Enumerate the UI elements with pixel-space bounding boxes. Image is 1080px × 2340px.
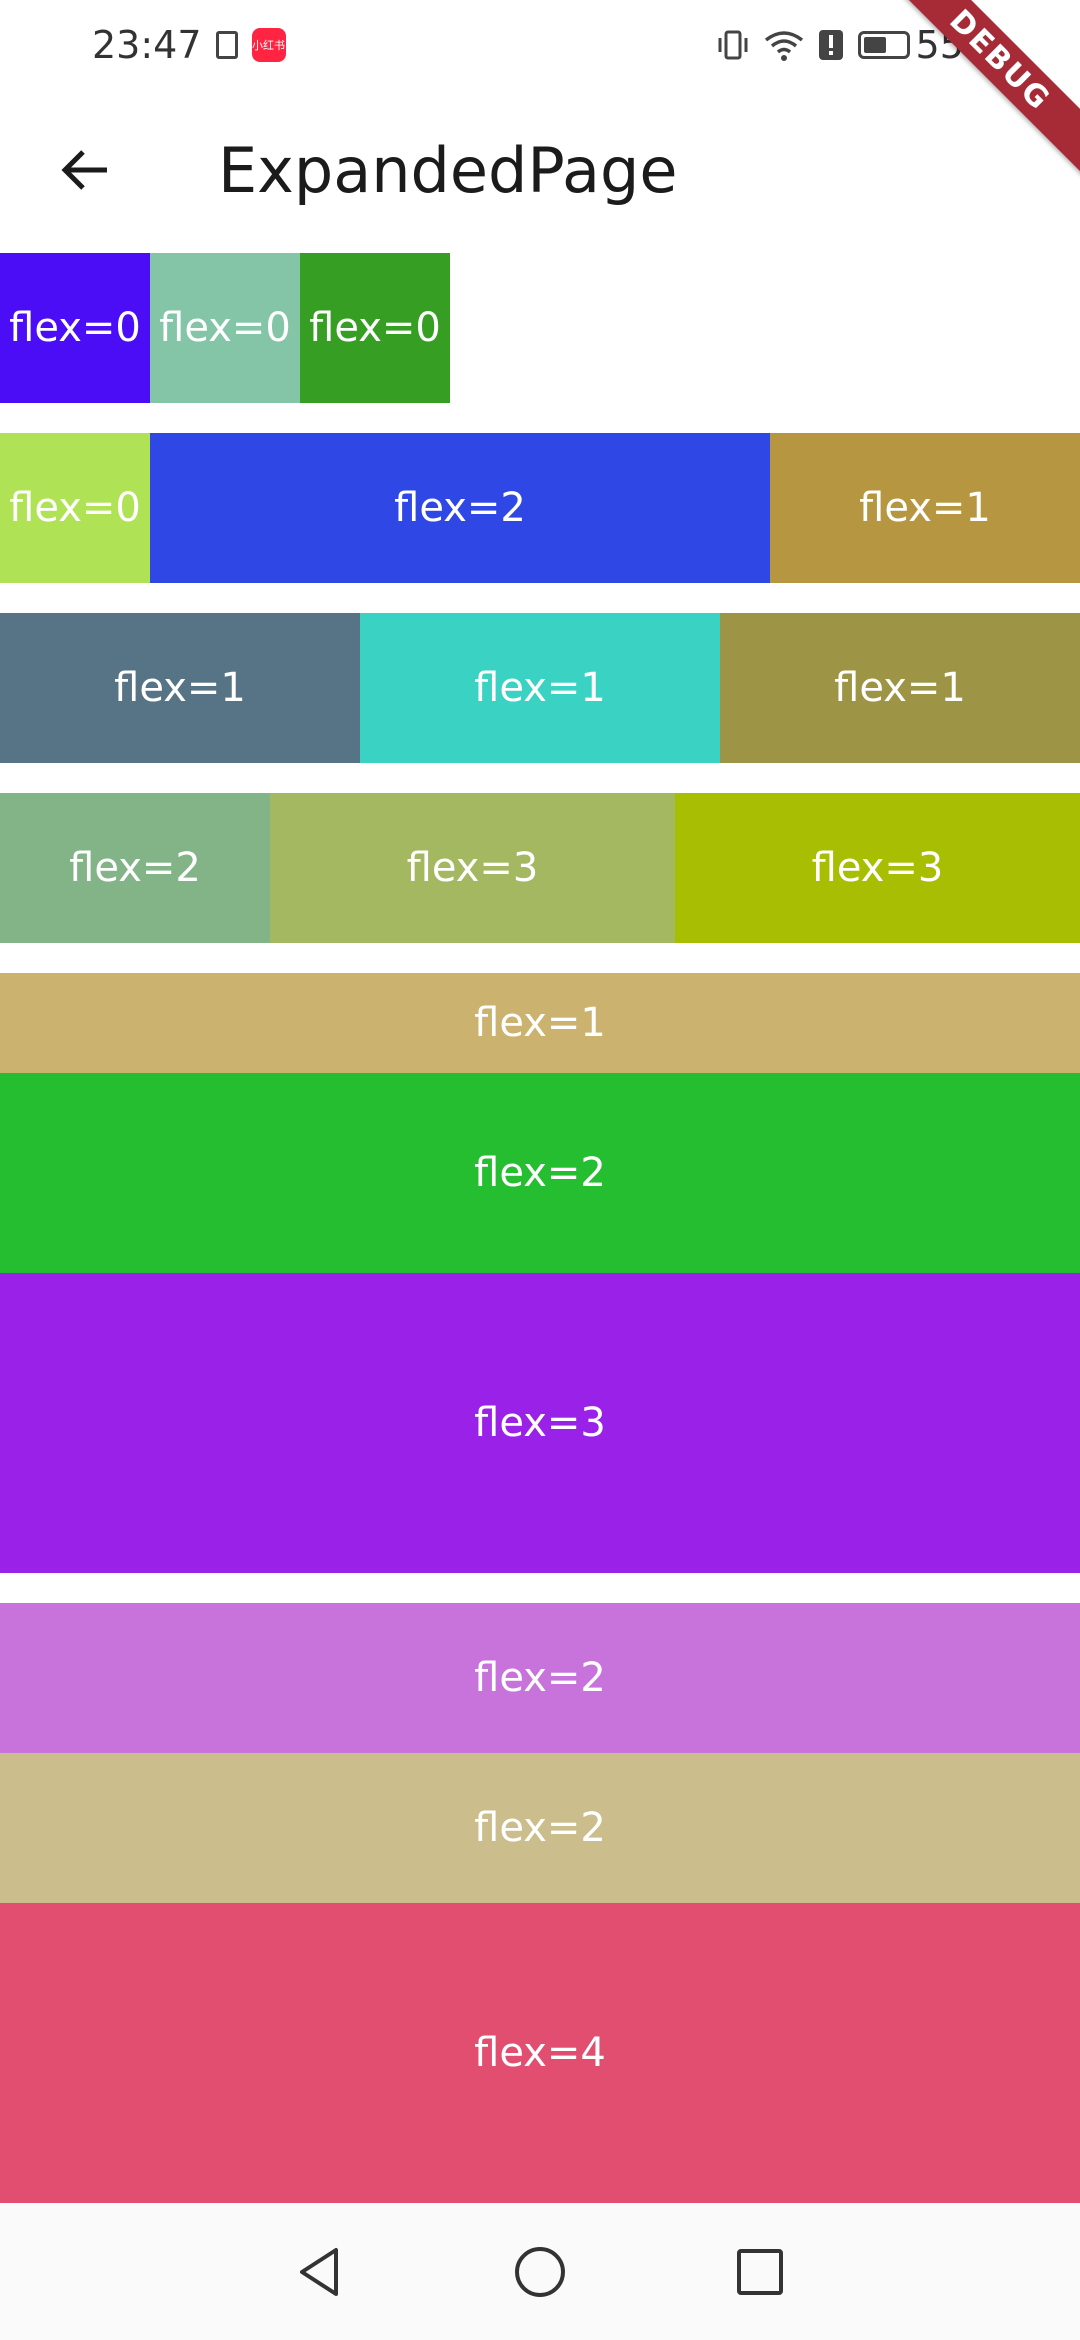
navigation-bar xyxy=(0,2203,1080,2340)
app-bar: ExpandedPage xyxy=(0,90,1080,250)
flex-cell: flex=2 xyxy=(0,1753,1080,1903)
flex-cell: flex=4 xyxy=(0,1903,1080,2203)
flex-cell: flex=0 xyxy=(0,253,150,403)
vibrate-icon xyxy=(718,30,748,60)
flex-cell: flex=2 xyxy=(0,793,270,943)
flex-cell: flex=2 xyxy=(150,433,770,583)
page-title: ExpandedPage xyxy=(218,133,678,207)
flex-cell: flex=3 xyxy=(0,1273,1080,1573)
flex-cell: flex=1 xyxy=(0,973,1080,1073)
flex-cell: flex=1 xyxy=(0,613,360,763)
back-button[interactable] xyxy=(30,115,140,225)
nav-home-button[interactable] xyxy=(505,2237,575,2307)
triangle-back-icon xyxy=(300,2247,338,2296)
sim-notification-icon xyxy=(215,31,238,59)
flex-cell: flex=1 xyxy=(770,433,1080,583)
flex-cell: flex=3 xyxy=(675,793,1080,943)
flex-row-4: flex=2 flex=3 flex=3 xyxy=(0,793,1080,943)
xiaohongshu-notification-icon: 小红书 xyxy=(251,28,286,62)
flex-cell: flex=0 xyxy=(0,433,150,583)
flex-row-1: flex=0 flex=0 flex=0 xyxy=(0,253,1080,403)
flex-column-2: flex=2 flex=2 flex=4 xyxy=(0,1603,1080,2203)
flex-cell: flex=0 xyxy=(150,253,300,403)
flex-row-2: flex=0 flex=2 flex=1 xyxy=(0,433,1080,583)
arrow-left-icon xyxy=(61,150,107,190)
app-root: 23:47 小红书 DEBUG ExpandedPage flex=0 flex… xyxy=(0,0,1080,2340)
status-left: 23:47 小红书 xyxy=(92,23,286,67)
flex-cell: flex=2 xyxy=(0,1603,1080,1753)
circle-home-icon xyxy=(515,2246,565,2297)
battery-body xyxy=(857,31,910,59)
square-recents-icon xyxy=(737,2248,783,2295)
wifi-icon xyxy=(764,31,803,61)
flex-cell: flex=1 xyxy=(720,613,1080,763)
flex-cell: flex=3 xyxy=(270,793,675,943)
nav-back-button[interactable] xyxy=(285,2237,355,2307)
flex-row-3: flex=1 flex=1 flex=1 xyxy=(0,613,1080,763)
status-time: 23:47 xyxy=(92,23,202,67)
alert-icon xyxy=(818,30,843,60)
status-bar: 23:47 小红书 xyxy=(0,0,1080,90)
flex-cell: flex=2 xyxy=(0,1073,1080,1273)
battery-fill xyxy=(863,37,886,53)
flex-column-1: flex=1 flex=2 flex=3 xyxy=(0,973,1080,1573)
nav-recents-button[interactable] xyxy=(725,2237,795,2307)
flex-cell: flex=1 xyxy=(360,613,720,763)
flex-cell: flex=0 xyxy=(300,253,450,403)
